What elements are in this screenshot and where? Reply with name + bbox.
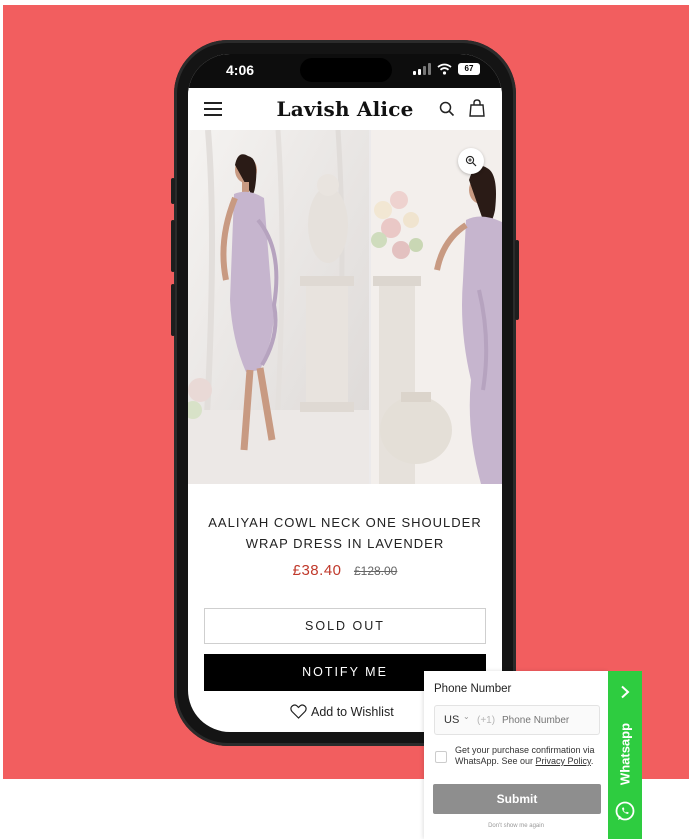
sale-price: £38.40 — [292, 562, 342, 579]
product-title: AALIYAH COWL NECK ONE SHOULDER WRAP DRES… — [188, 512, 502, 554]
original-price: £128.00 — [353, 564, 398, 578]
phone-number-input[interactable] — [502, 715, 582, 726]
whatsapp-tab[interactable]: Whatsapp — [608, 671, 642, 839]
consent-checkbox[interactable] — [435, 751, 447, 763]
submit-button[interactable]: Submit — [433, 784, 601, 814]
wishlist-label: Add to Wishlist — [311, 704, 394, 719]
product-image-1[interactable] — [188, 130, 369, 484]
product-prices: £38.40 £128.00 — [188, 562, 502, 580]
product-gallery[interactable] — [188, 130, 502, 484]
search-icon[interactable] — [439, 101, 455, 117]
chevron-right-icon[interactable] — [618, 685, 632, 699]
product-title-line-1: AALIYAH COWL NECK ONE SHOULDER — [208, 515, 482, 530]
product-title-line-2: WRAP DRESS IN LAVENDER — [245, 536, 445, 551]
wifi-icon — [437, 63, 452, 75]
bag-icon[interactable] — [469, 99, 485, 117]
heart-icon — [290, 704, 307, 719]
signal-icon — [413, 63, 431, 75]
zoom-icon — [465, 155, 477, 167]
sold-out-button[interactable]: SOLD OUT — [204, 608, 486, 644]
whatsapp-icon — [615, 801, 635, 821]
add-to-wishlist-link[interactable]: Add to Wishlist — [290, 704, 394, 719]
country-select[interactable]: US — [444, 714, 459, 726]
phone-power-button — [515, 240, 519, 320]
phone-volume-up — [171, 220, 175, 272]
chevron-down-icon: ⌄ — [463, 712, 470, 721]
site-header: Lavish Alice — [188, 88, 502, 130]
phone-mute-switch — [171, 178, 175, 204]
consent-text-end: . — [590, 756, 594, 766]
status-time: 4:06 — [226, 62, 255, 78]
phone-volume-down — [171, 284, 175, 336]
dont-show-again-link[interactable]: Don't show me again — [424, 823, 608, 829]
phone-number-label: Phone Number — [434, 683, 512, 695]
dial-code: (+1) — [477, 715, 496, 726]
product-image-2[interactable] — [371, 130, 502, 484]
phone-screen: 4:06 67 Lavish Alice AALIYAH COWL NECK O… — [188, 54, 502, 732]
phone-number-field[interactable]: US ⌄ (+1) — [434, 705, 600, 735]
status-bar: 4:06 67 — [188, 54, 502, 88]
privacy-policy-link[interactable]: Privacy Policy — [536, 756, 591, 766]
dynamic-island — [300, 58, 392, 82]
phone-frame: 4:06 67 Lavish Alice AALIYAH COWL NECK O… — [171, 40, 519, 746]
whatsapp-tab-label: Whatsapp — [617, 722, 633, 786]
status-icons: 67 — [413, 63, 480, 75]
battery-icon: 67 — [458, 63, 480, 75]
zoom-button[interactable] — [458, 148, 484, 174]
whatsapp-optin-panel: Phone Number US ⌄ (+1) Get your purchase… — [424, 671, 608, 839]
consent-text: Get your purchase confirmation via Whats… — [455, 745, 595, 767]
